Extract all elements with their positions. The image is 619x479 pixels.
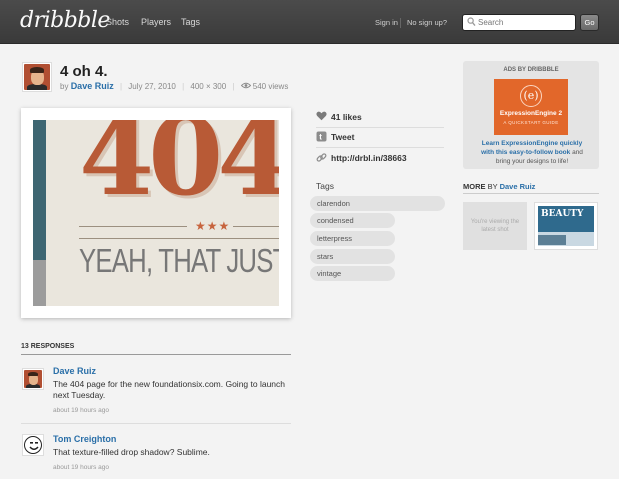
author-avatar[interactable] bbox=[22, 62, 52, 92]
shot-dimensions: 400 × 300 bbox=[190, 82, 227, 91]
ads-heading: ADS BY DRIBBBLE bbox=[503, 67, 559, 73]
ad-banner-image[interactable]: (e) ExpressionEngine 2 A QUICKSTART GUID… bbox=[494, 79, 568, 135]
tag-vintage[interactable]: vintage bbox=[310, 266, 395, 281]
short-link-url: http://drbl.in/38663 bbox=[331, 153, 407, 163]
ad-banner-title: ExpressionEngine 2 bbox=[499, 110, 563, 117]
avatar-photo bbox=[24, 370, 42, 388]
response-time[interactable]: about 19 hours ago bbox=[53, 464, 109, 471]
eye-icon bbox=[240, 82, 251, 91]
more-by-label: BY bbox=[487, 182, 498, 191]
meta-divider: | bbox=[182, 82, 185, 91]
search-input[interactable] bbox=[478, 16, 572, 29]
nav-players[interactable]: Players bbox=[141, 17, 171, 27]
response-avatar[interactable] bbox=[22, 368, 44, 390]
svg-text:t: t bbox=[319, 133, 322, 142]
response-text: The 404 page for the new foundationsix.c… bbox=[53, 379, 286, 400]
other-shot-thumb[interactable]: BEAUTY bbox=[534, 202, 598, 250]
ad-banner-subtitle: A QUICKSTART GUIDE bbox=[503, 120, 559, 125]
sign-in-link[interactable]: Sign in bbox=[375, 18, 398, 27]
current-shot-thumb: You're viewing the latest shot bbox=[463, 202, 527, 250]
shot-image-frame[interactable]: 404 ★★★ YEAH, THAT JUST HAP bbox=[21, 108, 291, 318]
meta-divider: | bbox=[119, 82, 123, 91]
response-text: That texture-filled drop shadow? Sublime… bbox=[53, 447, 210, 457]
shot-meta: by Dave Ruiz | July 27, 2010 | 400 × 300… bbox=[60, 81, 288, 91]
more-by-author-link[interactable]: Dave Ruiz bbox=[500, 182, 536, 191]
search-icon bbox=[467, 17, 476, 29]
tweet-label: Tweet bbox=[331, 132, 355, 142]
tag-condensed[interactable]: condensed bbox=[310, 213, 395, 228]
responses-heading: 13 RESPONSES bbox=[21, 343, 75, 350]
shot-views: 540 views bbox=[252, 82, 289, 91]
shot-date: July 27, 2010 bbox=[128, 82, 176, 91]
shot-author-link[interactable]: Dave Ruiz bbox=[71, 81, 114, 91]
response-time[interactable]: about 19 hours ago bbox=[53, 407, 109, 414]
other-shot-text: BEAUTY bbox=[541, 209, 584, 219]
more-label: MORE bbox=[463, 182, 486, 191]
shot-art-tagline: YEAH, THAT JUST HAP bbox=[79, 242, 279, 279]
nav-shots[interactable]: Shots bbox=[106, 17, 129, 27]
like-button[interactable]: 41 likes bbox=[316, 108, 444, 128]
tags-heading: Tags bbox=[316, 181, 334, 191]
tag-stars[interactable]: stars bbox=[310, 249, 395, 264]
nav-divider bbox=[400, 18, 401, 28]
divider bbox=[21, 423, 291, 424]
expressionengine-logo: (e) bbox=[520, 85, 542, 107]
response-author-link[interactable]: Tom Creighton bbox=[53, 434, 116, 444]
link-icon bbox=[316, 152, 327, 165]
search-box[interactable] bbox=[462, 14, 576, 31]
likes-count: 41 likes bbox=[331, 112, 362, 122]
heart-icon bbox=[316, 111, 327, 123]
search-go-button[interactable]: Go bbox=[580, 14, 599, 31]
tweet-button[interactable]: t Tweet bbox=[316, 128, 444, 148]
response-author-link[interactable]: Dave Ruiz bbox=[53, 366, 96, 376]
top-nav-bar: dribbble Shots Players Tags Sign in No s… bbox=[0, 0, 619, 44]
nav-tags[interactable]: Tags bbox=[181, 17, 200, 27]
meta-divider: | bbox=[232, 82, 235, 91]
response-avatar[interactable] bbox=[22, 434, 44, 456]
more-by-heading: MORE BY Dave Ruiz bbox=[463, 182, 535, 191]
divider bbox=[463, 193, 599, 194]
shot-title: 4 oh 4. bbox=[60, 63, 108, 80]
short-link[interactable]: http://drbl.in/38663 bbox=[316, 149, 444, 169]
shot-art-stars: ★★★ bbox=[195, 219, 231, 233]
ad-text: Learn ExpressionEngine quickly with this… bbox=[475, 139, 589, 166]
shot-art-404: 404 bbox=[79, 120, 279, 220]
dribbble-logo[interactable]: dribbble bbox=[20, 8, 110, 33]
smiley-avatar-icon bbox=[24, 436, 42, 454]
tag-letterpress[interactable]: letterpress bbox=[310, 231, 395, 246]
twitter-icon: t bbox=[316, 131, 327, 144]
divider bbox=[21, 354, 291, 355]
ads-panel: ADS BY DRIBBBLE (e) ExpressionEngine 2 A… bbox=[463, 61, 599, 169]
tag-clarendon[interactable]: clarendon bbox=[310, 196, 445, 211]
shot-image: 404 ★★★ YEAH, THAT JUST HAP bbox=[33, 120, 279, 306]
by-label: by bbox=[60, 82, 69, 91]
author-avatar-photo bbox=[24, 64, 50, 90]
no-sign-up-link[interactable]: No sign up? bbox=[407, 18, 447, 27]
ad-link[interactable]: Learn ExpressionEngine quickly with this… bbox=[481, 140, 582, 156]
other-shot-image: BEAUTY bbox=[538, 206, 594, 246]
